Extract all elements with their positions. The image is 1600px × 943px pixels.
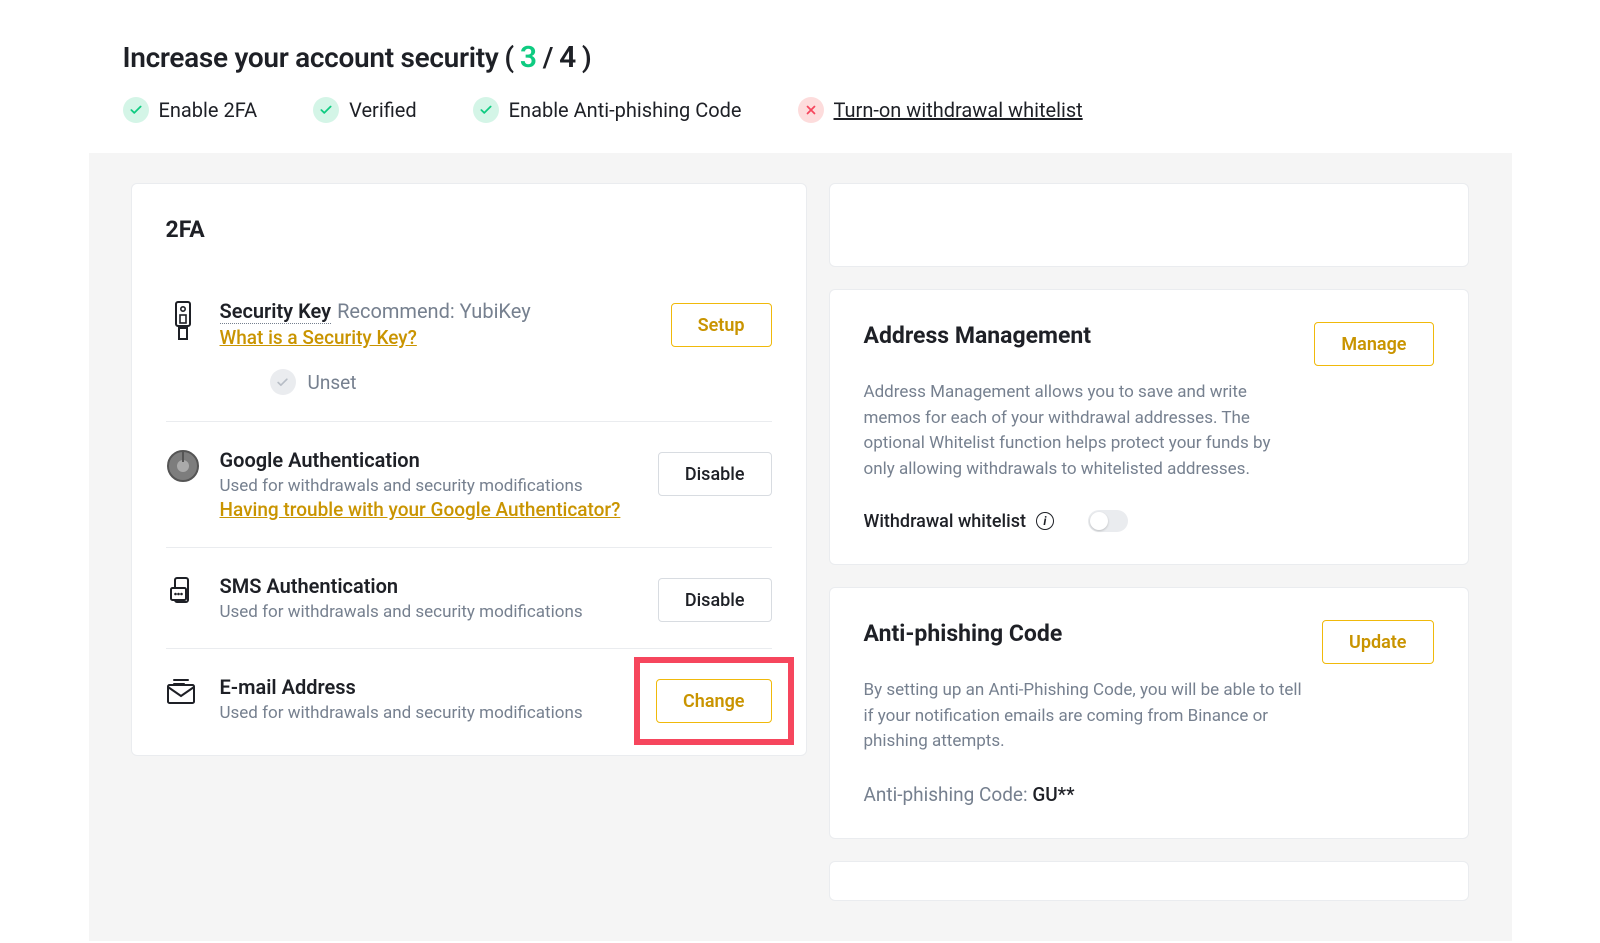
security-key-help-link[interactable]: What is a Security Key? [220,326,417,349]
antiphishing-card: Anti-phishing Code Update By setting up … [829,587,1469,839]
sms-auth-disable-button[interactable]: Disable [658,578,772,622]
checklist-label: Verified [349,98,417,122]
email-sub: Used for withdrawals and security modifi… [220,703,637,723]
google-auth-title: Google Authentication [220,448,420,472]
address-manage-button[interactable]: Manage [1314,322,1433,366]
withdrawal-whitelist-label: Withdrawal whitelist [864,511,1026,532]
page-title: Increase your account security ( 3 / 4 ) [123,40,1478,75]
antiphishing-update-button[interactable]: Update [1322,620,1433,664]
checklist-label: Enable 2FA [159,98,258,122]
checklist-item-antiphishing: Enable Anti-phishing Code [473,97,742,123]
sms-auth-row: SMS Authentication Used for withdrawals … [166,548,772,649]
security-body: 2FA Security Key Reco [89,153,1512,941]
next-card-stub [829,861,1469,901]
x-icon [798,97,824,123]
twofa-card: 2FA Security Key Reco [131,183,807,756]
twofa-heading: 2FA [166,216,772,243]
check-icon [473,97,499,123]
email-icon [166,675,200,705]
check-icon [313,97,339,123]
antiphishing-value: GU** [1032,783,1074,806]
security-checklist: Enable 2FA Verified Enable Anti-phishing… [123,97,1478,123]
empty-card [829,183,1469,267]
google-auth-help-link[interactable]: Having trouble with your Google Authenti… [220,498,621,521]
checklist-label[interactable]: Turn-on withdrawal whitelist [834,98,1083,122]
progress-slash: / [543,41,553,74]
right-column: Address Management Manage Address Manage… [829,183,1469,901]
title-text: Increase your account security [123,41,499,74]
google-auth-disable-button[interactable]: Disable [658,452,772,496]
unset-check-icon [270,369,296,395]
security-key-setup-button[interactable]: Setup [671,303,772,347]
email-title: E-mail Address [220,675,356,699]
antiphishing-heading: Anti-phishing Code [864,620,1063,647]
sms-icon [166,574,200,610]
google-auth-sub: Used for withdrawals and security modifi… [220,476,638,496]
checklist-item-verified: Verified [313,97,417,123]
checklist-label: Enable Anti-phishing Code [509,98,742,122]
checklist-item-2fa: Enable 2FA [123,97,258,123]
security-key-status: Unset [308,371,357,394]
info-icon[interactable]: i [1036,512,1054,530]
withdrawal-whitelist-toggle[interactable] [1088,510,1128,532]
security-key-title: Security Key [220,299,332,324]
security-key-icon [166,299,200,341]
antiphishing-value-label: Anti-phishing Code: [864,783,1028,806]
left-column: 2FA Security Key Reco [131,183,807,756]
change-button-highlight: Change [656,679,771,723]
address-management-card: Address Management Manage Address Manage… [829,289,1469,565]
email-row: E-mail Address Used for withdrawals and … [166,649,772,723]
security-key-row: Security Key Recommend: YubiKey What is … [166,273,772,422]
google-auth-row: Google Authentication Used for withdrawa… [166,422,772,548]
paren-close: ) [582,41,592,74]
check-icon [123,97,149,123]
sms-auth-title: SMS Authentication [220,574,399,598]
antiphishing-desc: By setting up an Anti-Phishing Code, you… [864,678,1304,755]
email-change-button[interactable]: Change [656,679,771,723]
address-heading: Address Management [864,322,1092,349]
progress-total: 4 [559,40,576,75]
checklist-item-whitelist[interactable]: Turn-on withdrawal whitelist [798,97,1083,123]
address-desc: Address Management allows you to save an… [864,380,1304,482]
security-key-recommend: Recommend: YubiKey [337,299,531,324]
google-auth-icon [166,448,200,482]
sms-auth-sub: Used for withdrawals and security modifi… [220,602,638,622]
security-header: Increase your account security ( 3 / 4 )… [89,0,1512,153]
paren-open: ( [504,41,513,74]
progress-current: 3 [520,40,537,75]
